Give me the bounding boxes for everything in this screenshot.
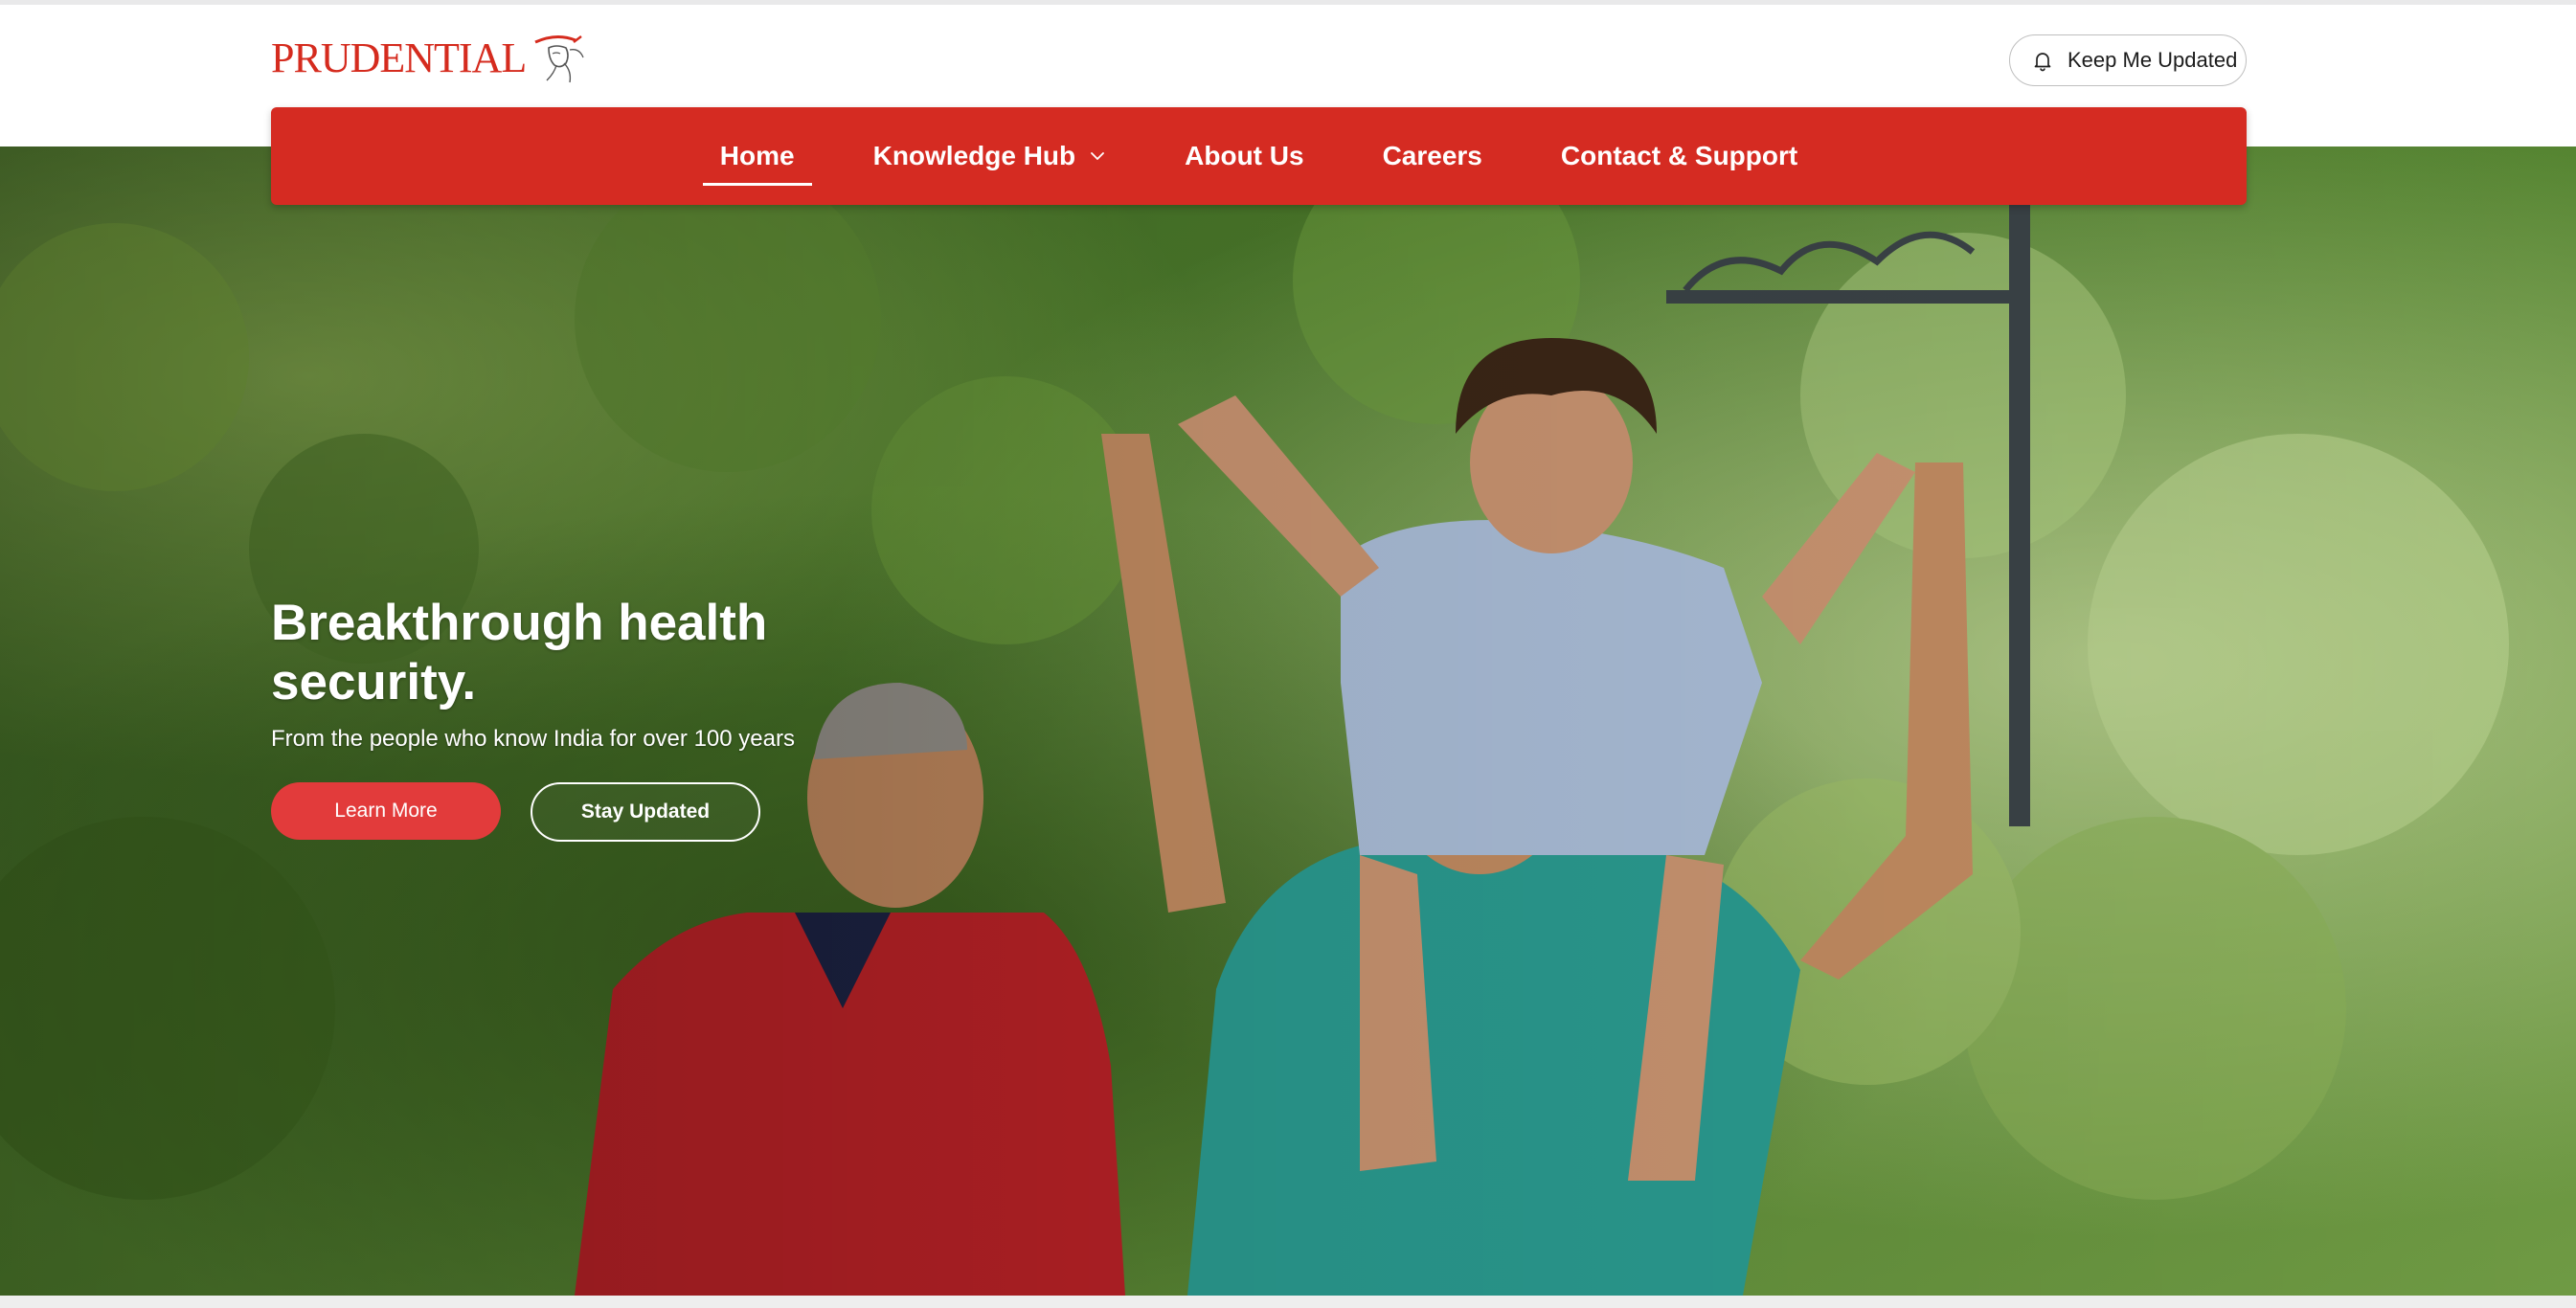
rock-emblem-icon <box>534 35 584 83</box>
hero-actions: Learn More Stay Updated <box>271 782 999 842</box>
hero-title-line2: security. <box>271 654 477 710</box>
hero-subtitle: From the people who know India for over … <box>271 726 795 752</box>
keep-me-updated-label: Keep Me Updated <box>2068 48 2238 72</box>
logo-wordmark: PRUDENTIAL <box>271 34 527 81</box>
nav-item-careers-label: Careers <box>1382 141 1482 170</box>
nav-item-contact-support-label: Contact & Support <box>1560 141 1798 170</box>
prudential-logo[interactable]: PRUDENTIAL <box>271 30 589 85</box>
learn-more-button[interactable]: Learn More <box>271 782 501 840</box>
main-nav-bar: Home Knowledge Hub About Us Careers Cont… <box>271 107 2247 205</box>
chevron-down-icon <box>1091 152 1105 160</box>
nav-item-knowledge-hub[interactable]: Knowledge Hub <box>873 107 1107 205</box>
bell-icon <box>2034 53 2051 72</box>
hero-title-line1: Breakthrough health <box>271 595 768 651</box>
hero-title: Breakthrough health security. <box>271 594 999 712</box>
nav-item-knowledge-hub-label: Knowledge Hub <box>872 141 1076 170</box>
bottom-border <box>0 1296 2576 1308</box>
nav-item-about-us-label: About Us <box>1185 141 1304 170</box>
stay-updated-button[interactable]: Stay Updated <box>531 782 760 842</box>
keep-me-updated-button[interactable]: Keep Me Updated <box>2009 34 2247 86</box>
nav-item-contact-support[interactable]: Contact & Support <box>1561 107 1797 205</box>
nav-item-careers[interactable]: Careers <box>1383 107 1482 205</box>
nav-item-about-us[interactable]: About Us <box>1185 107 1303 205</box>
hero-content: Breakthrough health security. From the p… <box>271 594 999 842</box>
nav-item-home-label: Home <box>719 141 795 170</box>
nav-item-home[interactable]: Home <box>702 107 812 205</box>
